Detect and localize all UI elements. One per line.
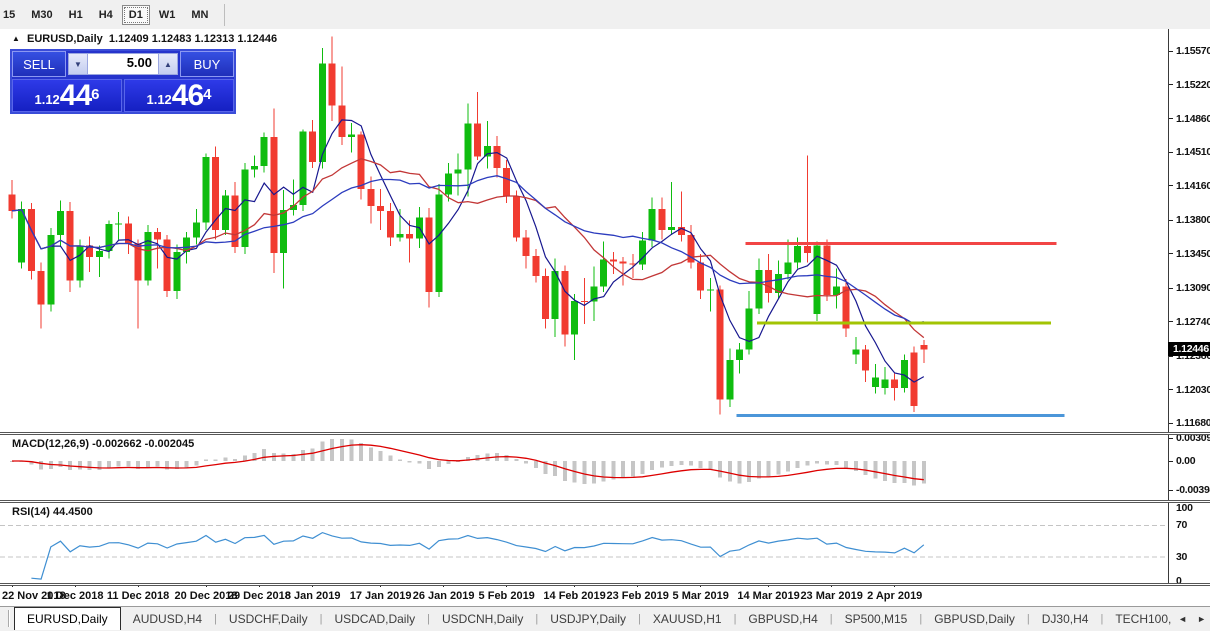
buy-price-big: 46: [172, 82, 203, 110]
collapse-triangle-icon[interactable]: ▲: [12, 34, 20, 43]
chart-tab-usdcnh-daily[interactable]: USDCNH,Daily: [430, 607, 535, 630]
timeframe-button-h1[interactable]: H1: [62, 5, 90, 25]
trading-platform: 15M30H1H4D1W1MN 1.155701.152201.148601.1…: [0, 0, 1210, 631]
volume-increase-icon[interactable]: ▲: [158, 53, 178, 75]
price-axis-label: 1.13800: [1176, 214, 1210, 226]
macd-axis-tick: [1169, 438, 1173, 439]
chart-tab-bar: EURUSD,DailyAUDUSD,H4|USDCHF,Daily|USDCA…: [0, 606, 1210, 630]
price-axis-tick: [1169, 288, 1173, 289]
timeframe-button-w1[interactable]: W1: [152, 5, 183, 25]
price-axis-label: 1.15220: [1176, 79, 1210, 91]
price-axis-tick: [1169, 118, 1173, 119]
sell-button[interactable]: SELL: [12, 51, 66, 77]
price-axis-label: 1.13450: [1176, 248, 1210, 260]
buy-price-prefix: 1.12: [146, 90, 171, 110]
chart-tab-usdjpy-daily[interactable]: USDJPY,Daily: [538, 607, 638, 630]
price-axis-tick: [1169, 152, 1173, 153]
timeframe-toolbar: 15M30H1H4D1W1MN: [0, 0, 1210, 30]
price-axis-tick: [1169, 321, 1173, 322]
macd-indicator-label: MACD(12,26,9) -0.002662 -0.002045: [12, 438, 194, 450]
sell-price-pip: 6: [91, 80, 99, 110]
price-axis-label: 1.14860: [1176, 113, 1210, 125]
sell-price-tile[interactable]: 1.12446: [12, 79, 122, 112]
volume-input[interactable]: 5.00: [88, 53, 158, 75]
chart-tab-usdcad-daily[interactable]: USDCAD,Daily: [322, 607, 427, 630]
price-axis-tick: [1169, 389, 1173, 390]
price-axis-label: 1.15570: [1176, 45, 1210, 57]
price-axis-tick: [1169, 423, 1173, 424]
current-price-box: 1.12446: [1168, 342, 1210, 356]
rsi-pane[interactable]: [0, 503, 1168, 583]
rsi-axis-label: 30: [1176, 551, 1187, 563]
macd-axis-tick: [1169, 490, 1173, 491]
date-axis[interactable]: 22 Nov 20181 Dec 201811 Dec 201820 Dec 2…: [0, 585, 1168, 606]
chart-tab-xauusd-h1[interactable]: XAUUSD,H1: [641, 607, 734, 630]
pane-separator[interactable]: [0, 500, 1210, 503]
price-axis-tick: [1169, 84, 1173, 85]
macd-axis-label: -0.003947: [1176, 484, 1210, 496]
date-axis-label: 2 Apr 2019: [855, 590, 935, 602]
buy-price-pip: 4: [203, 80, 211, 110]
rsi-axis-label: 70: [1176, 519, 1187, 531]
price-axis-tick: [1169, 356, 1173, 357]
price-axis-tick: [1169, 185, 1173, 186]
timeframe-button-d1[interactable]: D1: [122, 5, 150, 25]
macd-axis-label: 0.00: [1176, 455, 1195, 467]
chart-tab-audusd-h4[interactable]: AUDUSD,H4: [121, 607, 214, 630]
chart-ohlc-quote: 1.12409 1.12483 1.12313 1.12446: [109, 33, 277, 45]
price-axis-label: 1.14510: [1176, 146, 1210, 158]
sell-price-prefix: 1.12: [34, 90, 59, 110]
timeframe-button-m30[interactable]: M30: [24, 5, 59, 25]
buy-price-tile[interactable]: 1.12464: [124, 79, 234, 112]
price-axis-tick: [1169, 220, 1173, 221]
chart-symbol-label: EURUSD,Daily: [27, 33, 103, 45]
price-axis-label: 1.12740: [1176, 316, 1210, 328]
volume-decrease-icon[interactable]: ▼: [68, 53, 88, 75]
rsi-axis-label: 100: [1176, 502, 1193, 514]
price-axis-label: 1.14160: [1176, 180, 1210, 192]
price-axis-tick: [1169, 51, 1173, 52]
chart-tab-eurusd-daily[interactable]: EURUSD,Daily: [14, 607, 121, 630]
macd-axis-tick: [1169, 461, 1173, 462]
price-axis-label: 1.12030: [1176, 384, 1210, 396]
toolbar-separator: [224, 4, 225, 26]
price-axis-label: 1.11680: [1176, 417, 1210, 429]
timeframe-button-15[interactable]: 15: [0, 5, 22, 25]
pane-separator[interactable]: [0, 432, 1210, 435]
chart-title: ▲ EURUSD,Daily 1.12409 1.12483 1.12313 1…: [12, 33, 277, 45]
chart-tab-gbpusd-daily[interactable]: GBPUSD,Daily: [922, 607, 1027, 630]
rsi-indicator-label: RSI(14) 44.4500: [12, 506, 93, 518]
chart-tab-dj30-h4[interactable]: DJ30,H4: [1030, 607, 1101, 630]
chart-tab-gbpusd-h4[interactable]: GBPUSD,H4: [736, 607, 829, 630]
timeframe-button-mn[interactable]: MN: [184, 5, 215, 25]
one-click-trade-panel: SELL ▼ 5.00 ▲ BUY 1.12446 1.12464: [10, 49, 236, 114]
buy-button[interactable]: BUY: [180, 51, 234, 77]
sell-price-big: 44: [60, 82, 91, 110]
chart-tab-usdchf-daily[interactable]: USDCHF,Daily: [217, 607, 320, 630]
pane-separator: [0, 583, 1210, 586]
volume-stepper: ▼ 5.00 ▲: [66, 51, 180, 77]
price-axis-label: 1.13090: [1176, 282, 1210, 294]
timeframe-button-h4[interactable]: H4: [92, 5, 120, 25]
tab-scroll-left-icon[interactable]: ◄: [1178, 614, 1187, 624]
price-axis-tick: [1169, 253, 1173, 254]
chart-tab-sp500-m15[interactable]: SP500,M15: [833, 607, 920, 630]
tab-scroll-right-icon[interactable]: ►: [1197, 614, 1206, 624]
tabbar-grip: [8, 610, 10, 627]
chart-window: 1.15570 1.15220 1.14860 1.14510 1.14160 1.138…: [0, 29, 1210, 606]
